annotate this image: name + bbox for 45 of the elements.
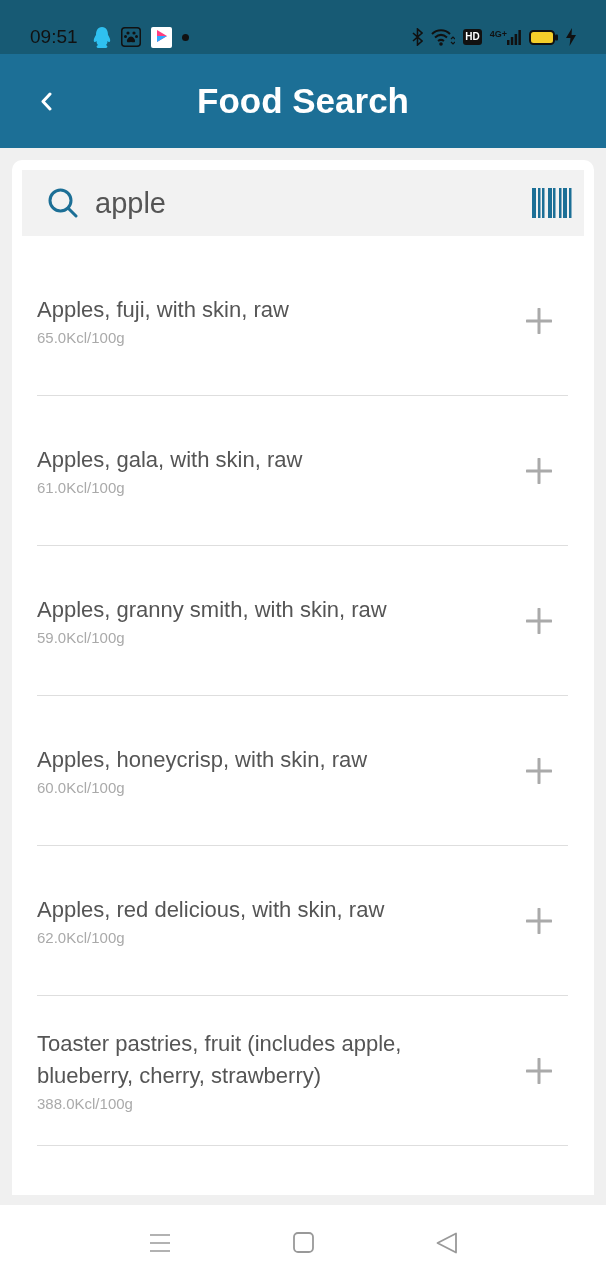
food-name[interactable]: Apples, granny smith, with skin, raw: [37, 593, 387, 626]
wifi-icon: [431, 28, 456, 46]
food-name[interactable]: Apples, gala, with skin, raw: [37, 443, 303, 476]
add-button[interactable]: [526, 1057, 552, 1084]
calorie-info: 61.0Kcl/100g: [37, 477, 125, 498]
plus-icon: [526, 1057, 552, 1084]
plus-icon: [526, 607, 552, 634]
plus-icon: [526, 457, 552, 484]
calorie-info: 62.0Kcl/100g: [37, 927, 125, 948]
calorie-info: 59.0Kcl/100g: [37, 627, 125, 648]
status-time: 09:51: [30, 26, 78, 48]
page-title: Food Search: [197, 81, 409, 121]
search-input[interactable]: apple: [95, 183, 512, 223]
menu-icon[interactable]: [149, 1232, 171, 1253]
add-button[interactable]: [526, 307, 552, 334]
plus-icon: [526, 907, 552, 934]
bluetooth-icon: [412, 28, 424, 46]
food-name[interactable]: Apples, honeycrisp, with skin, raw: [37, 743, 368, 776]
search-icon: [48, 188, 78, 218]
network-type: 4G+: [489, 29, 507, 39]
hd-badge: HD: [463, 29, 482, 45]
paw-icon: [120, 27, 141, 47]
food-name[interactable]: Apples, fuji, with skin, raw: [37, 293, 289, 326]
calorie-info: 60.0Kcl/100g: [37, 777, 125, 798]
battery-icon: [529, 29, 558, 45]
search-field[interactable]: apple: [22, 170, 584, 236]
calorie-info: 65.0Kcl/100g: [37, 327, 125, 348]
food-name[interactable]: Toaster pastries, fruit (includes apple, blueberry, cherry, strawberry): [37, 1027, 502, 1092]
add-button[interactable]: [526, 907, 552, 934]
add-button[interactable]: [526, 607, 552, 634]
play-app-icon: [150, 26, 172, 48]
plus-icon: [526, 307, 552, 334]
dot-icon: [181, 33, 189, 41]
triangle-icon[interactable]: [436, 1231, 457, 1254]
square-icon[interactable]: [293, 1232, 314, 1253]
penguin-icon: [92, 26, 111, 48]
add-button[interactable]: [526, 757, 552, 784]
food-name[interactable]: Apples, red delicious, with skin, raw: [37, 893, 385, 926]
back-icon: [40, 91, 52, 111]
signal-icon: [507, 29, 521, 45]
charging-bolt-icon: [566, 28, 576, 46]
barcode-icon[interactable]: [532, 188, 573, 218]
plus-icon: [526, 757, 552, 784]
add-button[interactable]: [526, 457, 552, 484]
calorie-info: 388.0Kcl/100g: [37, 1093, 133, 1114]
